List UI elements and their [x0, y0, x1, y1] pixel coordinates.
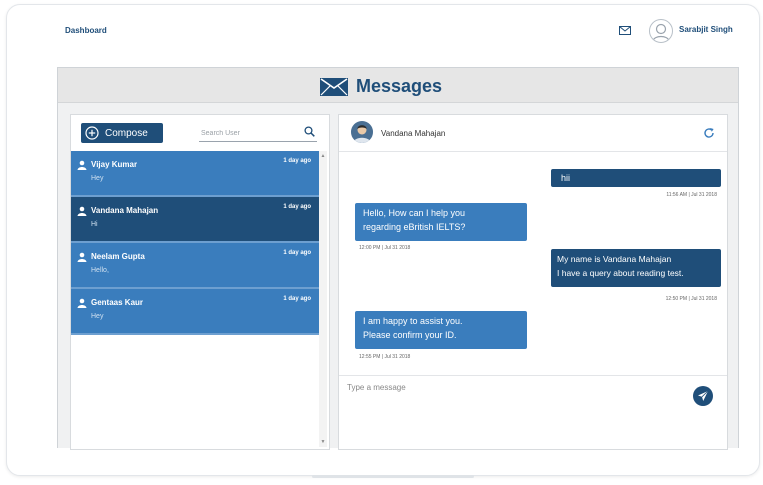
refresh-icon[interactable]: [703, 127, 715, 139]
contact-preview: Hi: [91, 221, 98, 228]
contact-item-active[interactable]: Vandana Mahajan 1 day ago Hi: [71, 197, 319, 243]
user-name[interactable]: Sarabjit Singh: [679, 25, 733, 34]
message-input[interactable]: [347, 380, 677, 394]
contacts-sidebar: Compose Vijay Kumar 1 day ago Hey: [70, 114, 330, 450]
contact-preview: Hello,: [91, 267, 109, 274]
contacts-scrollbar[interactable]: ▲ ▼: [319, 151, 327, 447]
contact-name: Vijay Kumar: [91, 160, 138, 169]
messages-header: Messages: [58, 68, 738, 103]
message-time: 12:00 PM | Jul 31 2018: [359, 245, 411, 251]
mail-icon[interactable]: [619, 26, 631, 35]
envelope-icon: [320, 77, 348, 96]
page-title: Messages: [356, 76, 443, 96]
message-line: I have a query about reading test.: [557, 268, 684, 278]
send-icon: [698, 390, 709, 401]
contact-name: Gentaas Kaur: [91, 298, 144, 307]
scroll-up-icon[interactable]: ▲: [319, 153, 327, 159]
contact-item[interactable]: Gentaas Kaur 1 day ago Hey: [71, 289, 319, 335]
contact-name: Vandana Mahajan: [91, 206, 159, 215]
messages-panel: Messages Compose Search User Vijay Kumar…: [57, 67, 739, 450]
chat-panel: Vandana Mahajan hii 11:56 AM | Jul 31 20…: [338, 114, 728, 450]
send-button[interactable]: [693, 386, 713, 406]
search-icon[interactable]: [304, 126, 315, 137]
contact-item[interactable]: Neelam Gupta 1 day ago Hello,: [71, 243, 319, 289]
contact-time: 1 day ago: [283, 158, 311, 164]
message-time: 12:50 PM | Jul 31 2018: [665, 296, 717, 302]
message-bubble-incoming: Hello, How can I help you regarding eBri…: [355, 203, 527, 241]
search-box: [199, 125, 317, 142]
title-wrap: Messages: [320, 76, 442, 97]
message-line: Please confirm your ID.: [363, 330, 457, 340]
contact-time: 1 day ago: [283, 296, 311, 302]
contact-time: 1 day ago: [283, 204, 311, 210]
person-icon: [351, 121, 373, 143]
message-time: 12:55 PM | Jul 31 2018: [359, 354, 411, 360]
user-avatar[interactable]: [649, 19, 673, 43]
message-bubble-incoming: I am happy to assist you. Please confirm…: [355, 311, 527, 349]
message-line: regarding eBritish IELTS?: [363, 222, 466, 232]
message-line: My name is Vandana Mahajan: [557, 254, 672, 264]
message-bubble-outgoing: My name is Vandana Mahajan I have a quer…: [551, 249, 721, 287]
dashboard-link[interactable]: Dashboard: [65, 26, 107, 35]
top-bar: Dashboard Sarabjit Singh: [7, 5, 759, 57]
message-time: 11:56 AM | Jul 31 2018: [666, 192, 717, 198]
message-line: I am happy to assist you.: [363, 316, 463, 326]
contact-list: Vijay Kumar 1 day ago Hey Vandana Mahaja…: [71, 151, 319, 335]
home-indicator: [312, 475, 474, 478]
person-icon: [77, 206, 87, 216]
search-input[interactable]: [201, 127, 297, 139]
contact-name: Neelam Gupta: [91, 252, 145, 261]
contact-avatar: [351, 121, 373, 143]
contact-preview: Hey: [91, 313, 104, 320]
contact-preview: Hey: [91, 175, 104, 182]
person-icon: [77, 160, 87, 170]
chat-contact-name: Vandana Mahajan: [381, 129, 446, 138]
message-composer: [339, 375, 727, 450]
chat-header: Vandana Mahajan: [339, 115, 727, 152]
person-icon: [652, 23, 670, 42]
person-icon: [77, 298, 87, 308]
compose-label: Compose: [105, 127, 148, 139]
contact-item[interactable]: Vijay Kumar 1 day ago Hey: [71, 151, 319, 197]
message-line: Hello, How can I help you: [363, 208, 466, 218]
plus-circle-icon: [85, 126, 99, 140]
message-line: hii: [561, 173, 571, 183]
scroll-down-icon[interactable]: ▼: [319, 439, 327, 445]
compose-button[interactable]: Compose: [81, 123, 163, 143]
device-frame: Dashboard Sarabjit Singh Messages Compos…: [6, 4, 760, 476]
person-icon: [77, 252, 87, 262]
contact-time: 1 day ago: [283, 250, 311, 256]
message-bubble-outgoing: hii: [551, 169, 721, 187]
